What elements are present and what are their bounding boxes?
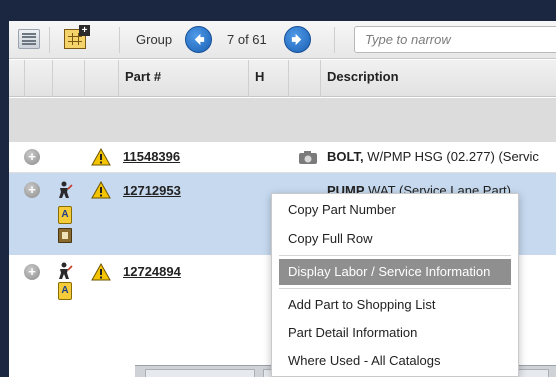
next-arrow-icon bbox=[291, 33, 302, 46]
narrow-search-input[interactable] bbox=[354, 26, 556, 53]
part-number-link[interactable]: 12724894 bbox=[123, 264, 181, 279]
camera-icon[interactable] bbox=[298, 150, 318, 165]
menu-divider bbox=[279, 288, 511, 289]
header-part-number[interactable]: Part # bbox=[119, 60, 249, 97]
book-icon bbox=[58, 228, 72, 243]
part-number-link[interactable]: 11548396 bbox=[123, 149, 180, 164]
list-icon bbox=[18, 29, 40, 49]
menu-item-display-labor-service[interactable]: Display Labor / Service Information bbox=[279, 259, 511, 285]
next-group-button[interactable] bbox=[284, 26, 311, 53]
header-description[interactable]: Description bbox=[321, 60, 556, 97]
record-counter: 7 of 61 bbox=[227, 32, 267, 47]
menu-item-copy-full-row[interactable]: Copy Full Row bbox=[279, 226, 511, 252]
warning-icon bbox=[91, 263, 111, 281]
group-header-band bbox=[9, 98, 556, 142]
part-description: BOLT, W/PMP HSG (02.277) (Servic bbox=[327, 149, 539, 164]
header-cell-blank bbox=[25, 60, 53, 97]
expand-icon[interactable]: + bbox=[24, 264, 40, 280]
key-icon: A bbox=[58, 282, 72, 300]
table-row[interactable]: + 11548396 BOLT, W/PMP HSG (02.277) (Ser… bbox=[9, 142, 556, 173]
expand-icon[interactable]: + bbox=[24, 149, 40, 165]
header-cell-blank bbox=[53, 60, 85, 97]
bottom-panel-tab[interactable] bbox=[145, 369, 255, 377]
toolbar-divider bbox=[334, 27, 335, 53]
warning-icon bbox=[91, 148, 111, 166]
grid-edit-button[interactable]: + bbox=[61, 25, 90, 52]
grid-edit-icon: + bbox=[64, 25, 90, 49]
part-number-link[interactable]: 12712953 bbox=[123, 183, 181, 198]
header-cell-blank bbox=[289, 60, 321, 97]
parts-catalog-window: + Group 7 of 61 Part # H Description + 1… bbox=[9, 21, 556, 377]
toolbar-divider bbox=[119, 27, 120, 53]
menu-item-copy-part-number[interactable]: Copy Part Number bbox=[279, 197, 511, 223]
technician-icon bbox=[59, 262, 73, 279]
prev-group-button[interactable] bbox=[185, 26, 212, 53]
expand-icon[interactable]: + bbox=[24, 182, 40, 198]
menu-item-part-detail[interactable]: Part Detail Information bbox=[279, 320, 511, 346]
header-cell-blank bbox=[9, 60, 25, 97]
toolbar: + Group 7 of 61 bbox=[9, 21, 556, 59]
warning-icon bbox=[91, 181, 111, 199]
menu-item-where-used[interactable]: Where Used - All Catalogs bbox=[279, 348, 511, 374]
header-cell-blank bbox=[85, 60, 119, 97]
menu-divider bbox=[279, 255, 511, 256]
list-view-button[interactable] bbox=[15, 26, 43, 52]
table-header: Part # H Description bbox=[9, 60, 556, 97]
description-detail: W/PMP HSG (02.277) (Servic bbox=[363, 149, 539, 164]
header-h[interactable]: H bbox=[249, 60, 289, 97]
menu-item-add-to-shopping-list[interactable]: Add Part to Shopping List bbox=[279, 292, 511, 318]
prev-arrow-icon bbox=[194, 33, 205, 46]
toolbar-divider bbox=[49, 27, 50, 53]
description-keyword: BOLT, bbox=[327, 149, 364, 164]
context-menu: Copy Part Number Copy Full Row Display L… bbox=[271, 193, 519, 377]
key-icon: A bbox=[58, 206, 72, 224]
group-label: Group bbox=[136, 32, 173, 47]
technician-icon bbox=[59, 181, 73, 198]
